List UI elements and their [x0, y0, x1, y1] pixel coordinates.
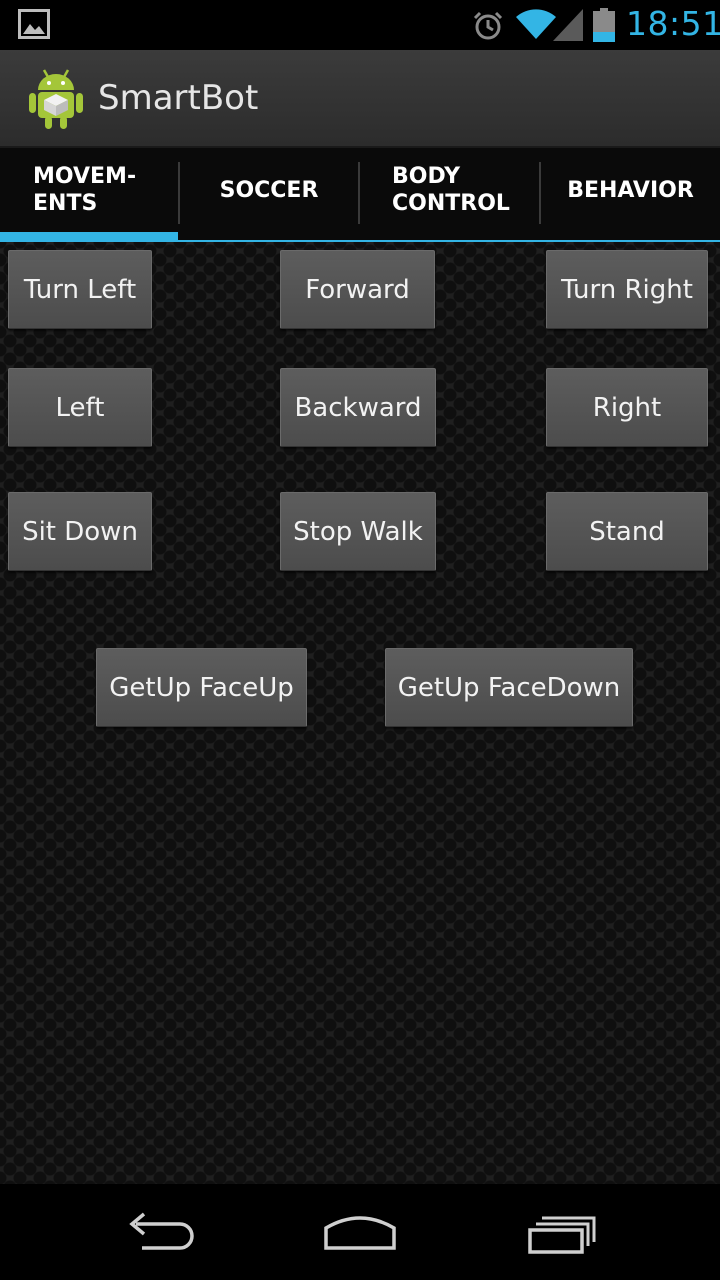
wifi-icon	[516, 9, 556, 39]
turn-right-button[interactable]: Turn Right	[546, 250, 708, 329]
status-clock: 18:51	[626, 4, 720, 43]
tab-selected-indicator	[0, 232, 178, 242]
tab-label: BEHAVIOR	[567, 177, 694, 203]
battery-icon	[593, 8, 615, 42]
tab-behavior[interactable]: BEHAVIOR	[541, 148, 720, 242]
app-title: SmartBot	[98, 78, 259, 118]
backward-button[interactable]: Backward	[280, 368, 436, 447]
forward-button[interactable]: Forward	[280, 250, 435, 329]
tab-label: MOVEM- ENTS	[33, 164, 137, 216]
android-robot-icon[interactable]	[28, 66, 84, 130]
tab-label: BODY CONTROL	[392, 164, 510, 216]
turn-left-button[interactable]: Turn Left	[8, 250, 152, 329]
home-icon[interactable]	[320, 1208, 400, 1256]
right-button[interactable]: Right	[546, 368, 708, 447]
stop-walk-button[interactable]: Stop Walk	[280, 492, 436, 571]
gallery-icon	[18, 9, 50, 39]
recent-apps-icon[interactable]	[522, 1208, 602, 1256]
action-bar: SmartBot	[0, 50, 720, 148]
tab-body-control[interactable]: BODY CONTROL	[360, 148, 539, 242]
status-bar: 18:51	[0, 0, 720, 50]
tab-movements[interactable]: MOVEM- ENTS	[0, 148, 178, 242]
back-icon[interactable]	[120, 1208, 200, 1256]
getup-faceup-button[interactable]: GetUp FaceUp	[96, 648, 307, 727]
stand-button[interactable]: Stand	[546, 492, 708, 571]
tab-bar: MOVEM- ENTS SOCCER BODY CONTROL BEHAVIOR	[0, 148, 720, 242]
cell-signal-icon	[553, 9, 583, 41]
sit-down-button[interactable]: Sit Down	[8, 492, 152, 571]
navigation-bar	[0, 1184, 720, 1280]
getup-facedown-button[interactable]: GetUp FaceDown	[385, 648, 633, 727]
tab-label: SOCCER	[219, 177, 319, 203]
movements-panel: Turn Left Forward Turn Right Left Backwa…	[0, 242, 720, 1184]
alarm-icon	[473, 11, 503, 40]
tab-soccer[interactable]: SOCCER	[180, 148, 358, 242]
left-button[interactable]: Left	[8, 368, 152, 447]
